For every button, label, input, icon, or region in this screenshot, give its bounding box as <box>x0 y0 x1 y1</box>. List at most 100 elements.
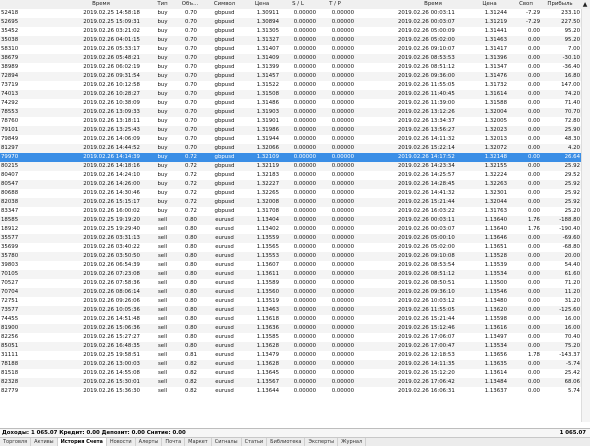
table-row[interactable]: 79849 2019.02.26 14:06:09 buy 0.70 gbpusd 1.3… <box>0 135 590 144</box>
column-header-stop-loss[interactable]: S / L <box>280 0 316 9</box>
cell-stop-loss: 0.00000 <box>293 154 316 160</box>
cell-close-time: 2019.02.26 05:02:00 <box>398 244 455 250</box>
column-header-swap[interactable]: Своп <box>512 0 540 9</box>
table-row[interactable]: 82779 2019.02.26 15:36:30 sell 0.82 eurusd 1.… <box>0 387 590 396</box>
cell-profit: -36.40 <box>562 64 580 70</box>
cell-stop-loss: 0.00000 <box>293 316 316 322</box>
table-row[interactable]: 72894 2019.02.26 09:31:54 buy 0.70 gbpusd 1.3… <box>0 72 590 81</box>
cell-order-number: 73719 <box>1 82 19 88</box>
table-row[interactable]: 73577 2019.02.26 10:05:36 sell 0.80 eurusd 1.… <box>0 306 590 315</box>
cell-trade-type: buy <box>157 64 168 70</box>
table-row[interactable]: 70527 2019.02.26 07:58:36 sell 0.80 eurusd 1.… <box>0 279 590 288</box>
cell-stop-loss: 0.00000 <box>293 298 316 304</box>
cell-open-price: 1.13553 <box>256 253 279 259</box>
table-row[interactable]: 35699 2019.02.26 03:40:22 sell 0.80 eurusd 1.… <box>0 243 590 252</box>
cell-close-time: 2019.02.26 09:36:00 <box>398 73 455 79</box>
table-row[interactable]: 74292 2019.02.26 10:38:09 buy 0.70 gbpusd 1.3… <box>0 99 590 108</box>
table-row[interactable]: 58310 2019.02.26 05:33:17 buy 0.70 gbpusd 1.3… <box>0 45 590 54</box>
table-row[interactable]: 70704 2019.02.26 08:06:14 sell 0.80 eurusd 1.… <box>0 288 590 297</box>
table-row[interactable]: 72751 2019.02.26 09:26:06 sell 0.80 eurusd 1.… <box>0 297 590 306</box>
cell-trade-type: sell <box>157 244 168 250</box>
column-header-volume[interactable]: Объ... <box>175 0 205 9</box>
cell-take-profit: 0.00000 <box>331 163 354 169</box>
table-row[interactable]: 35452 2019.02.26 03:21:02 buy 0.70 gbpusd 1.3… <box>0 27 590 36</box>
cell-stop-loss: 0.00000 <box>293 163 316 169</box>
cell-close-time: 2019.02.26 00:03:07 <box>398 19 455 25</box>
cell-symbol: gbpusd <box>214 64 235 70</box>
table-row[interactable]: 80215 2019.02.26 14:18:16 buy 0.72 gbpusd 1.3… <box>0 162 590 171</box>
table-row[interactable]: 52418 2019.02.25 14:58:18 buy 0.70 gbpusd 1.3… <box>0 9 590 18</box>
cell-open-price: 1.13402 <box>256 226 279 232</box>
scroll-up-arrow-icon[interactable]: ▲ <box>581 0 589 9</box>
table-row[interactable]: 35038 2019.02.26 04:01:15 buy 0.70 gbpusd 1.3… <box>0 36 590 45</box>
cell-profit: 25.20 <box>564 208 580 214</box>
cell-swap: 0.00 <box>527 298 540 304</box>
cell-volume: 0.72 <box>184 181 197 187</box>
table-row[interactable]: 81900 2019.02.26 15:06:36 sell 0.80 eurusd 1.… <box>0 324 590 333</box>
table-row[interactable]: 70105 2019.02.26 07:23:08 sell 0.80 eurusd 1.… <box>0 270 590 279</box>
table-row[interactable]: 35780 2019.02.26 03:50:50 sell 0.80 eurusd 1.… <box>0 252 590 261</box>
cell-volume: 0.80 <box>184 343 197 349</box>
table-row[interactable]: 81518 2019.02.26 14:55:08 sell 0.82 eurusd 1.… <box>0 369 590 378</box>
table-row[interactable]: 73719 2019.02.26 10:12:58 buy 0.70 gbpusd 1.3… <box>0 81 590 90</box>
table-row[interactable]: 83347 2019.02.26 16:00:02 buy 0.72 gbpusd 1.3… <box>0 207 590 216</box>
table-row[interactable]: 82256 2019.02.26 15:27:27 sell 0.80 eurusd 1.… <box>0 333 590 342</box>
column-header-symbol[interactable]: Символ <box>207 0 242 9</box>
table-row[interactable]: 81297 2019.02.26 14:44:52 buy 0.70 gbpusd 1.3… <box>0 144 590 153</box>
column-header-profit[interactable]: Прибыль <box>540 0 580 9</box>
vertical-scrollbar[interactable] <box>581 9 590 422</box>
column-header-close-time[interactable]: Время <box>398 0 468 9</box>
table-row[interactable]: 80407 2019.02.26 14:24:10 buy 0.72 gbpusd 1.3… <box>0 171 590 180</box>
table-row[interactable]: 18585 2019.02.25 19:19:20 sell 0.80 eurusd 1.… <box>0 216 590 225</box>
table-row[interactable]: 79101 2019.02.26 13:25:43 buy 0.70 gbpusd 1.3… <box>0 126 590 135</box>
cell-close-price: 1.13528 <box>484 253 507 259</box>
cell-stop-loss: 0.00000 <box>293 199 316 205</box>
table-row[interactable]: 35577 2019.02.26 03:31:13 sell 0.80 eurusd 1.… <box>0 234 590 243</box>
cell-profit: 5.74 <box>567 388 580 394</box>
cell-trade-type: buy <box>157 127 168 133</box>
table-row[interactable]: 38989 2019.02.26 06:02:19 buy 0.70 gbpusd 1.3… <box>0 63 590 72</box>
column-header-take-profit[interactable]: T / P <box>316 0 354 9</box>
cell-profit: 11.20 <box>564 289 580 295</box>
cell-open-price: 1.31486 <box>256 100 279 106</box>
cell-volume: 0.70 <box>184 145 197 151</box>
table-row-selected[interactable]: 79970 2019.02.26 14:14:39 buy 0.72 gbpusd 1.3… <box>0 153 590 162</box>
cell-symbol: gbpusd <box>214 37 235 43</box>
cell-close-price: 1.32004 <box>484 109 507 115</box>
cell-open-time: 2019.02.26 15:36:30 <box>83 388 140 394</box>
cell-order-number: 74455 <box>1 316 19 322</box>
cell-stop-loss: 0.00000 <box>293 208 316 214</box>
table-row[interactable]: 78553 2019.02.26 13:09:33 buy 0.70 gbpusd 1.3… <box>0 108 590 117</box>
table-row[interactable]: 18912 2019.02.25 19:29:40 sell 0.80 eurusd 1.… <box>0 225 590 234</box>
cell-volume: 0.70 <box>184 100 197 106</box>
table-row[interactable]: 80688 2019.02.26 14:30:46 buy 0.72 gbpusd 1.3… <box>0 189 590 198</box>
table-row[interactable]: 52695 2019.02.25 15:09:31 buy 0.70 gbpusd 1.3… <box>0 18 590 27</box>
table-row[interactable]: 31111 2019.02.25 19:58:51 sell 0.81 eurusd 1.… <box>0 351 590 360</box>
cell-trade-type: sell <box>157 352 168 358</box>
cell-close-price: 1.13656 <box>484 352 507 358</box>
column-header-price[interactable]: Цена <box>245 0 279 9</box>
table-row[interactable]: 82328 2019.02.26 15:30:01 sell 0.82 eurusd 1.… <box>0 378 590 387</box>
table-row[interactable]: 82038 2019.02.26 15:15:17 buy 0.72 gbpusd 1.3… <box>0 198 590 207</box>
cell-take-profit: 0.00000 <box>331 271 354 277</box>
cell-close-price: 1.31396 <box>484 55 507 61</box>
table-row[interactable]: 85051 2019.02.26 16:48:35 sell 0.80 eurusd 1.… <box>0 342 590 351</box>
cell-close-time: 2019.02.26 08:53:53 <box>398 55 455 61</box>
table-row[interactable]: 78188 2019.02.26 13:00:03 sell 0.82 eurusd 1.… <box>0 360 590 369</box>
column-header-open-time[interactable]: Время <box>52 0 150 9</box>
table-row[interactable]: 38679 2019.02.26 05:48:21 buy 0.70 gbpusd 1.3… <box>0 54 590 63</box>
table-row[interactable]: 39803 2019.02.26 06:54:39 sell 0.80 eurusd 1.… <box>0 261 590 270</box>
cell-take-profit: 0.00000 <box>331 64 354 70</box>
table-row[interactable]: 80547 2019.02.26 14:26:00 buy 0.72 gbpusd 1.3… <box>0 180 590 189</box>
column-header-type[interactable]: Тип <box>150 0 175 9</box>
table-row[interactable]: 74013 2019.02.26 10:28:27 buy 0.70 gbpusd 1.3… <box>0 90 590 99</box>
cell-trade-type: buy <box>157 46 168 52</box>
table-row[interactable]: 78760 2019.02.26 13:18:11 buy 0.70 gbpusd 1.3… <box>0 117 590 126</box>
cell-stop-loss: 0.00000 <box>293 37 316 43</box>
cell-symbol: eurusd <box>215 334 234 340</box>
column-header-close-price[interactable]: Цена <box>472 0 507 9</box>
table-row[interactable]: 74455 2019.02.26 14:51:48 sell 0.80 eurusd 1.… <box>0 315 590 324</box>
cell-trade-type: sell <box>157 316 168 322</box>
cell-close-price: 1.32023 <box>484 127 507 133</box>
cell-close-time: 2019.02.26 11:55:05 <box>398 82 455 88</box>
